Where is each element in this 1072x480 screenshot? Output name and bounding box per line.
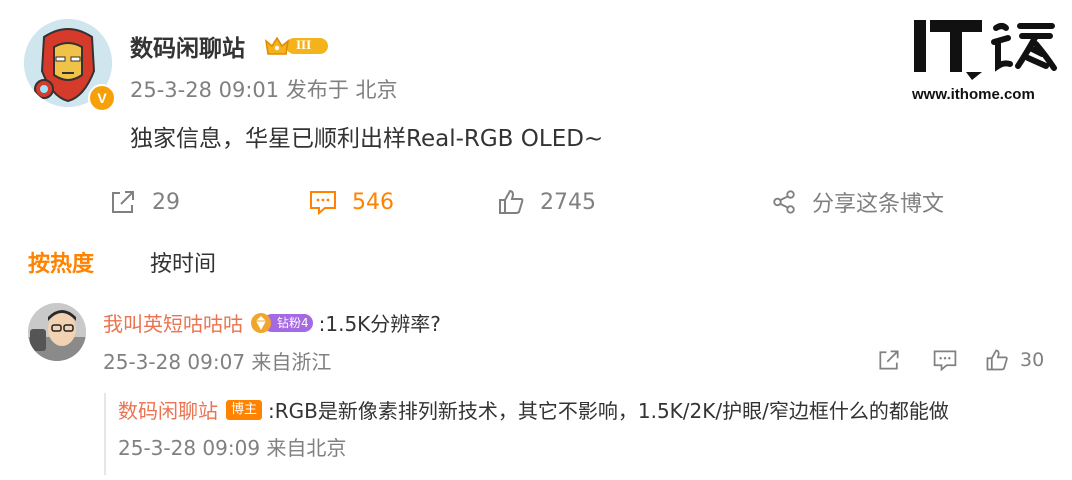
commenter-photo-image [28, 303, 86, 361]
commenter-name[interactable]: 我叫英短咕咕咕 [103, 308, 243, 337]
thumbs-up-icon [986, 349, 1008, 371]
repost-icon [112, 191, 134, 213]
post-meta: 25-3-28 09:01 发布于 北京 [130, 78, 398, 102]
comment-icon [933, 350, 957, 372]
post-author-name[interactable]: 数码闲聊站 [130, 29, 245, 63]
reply-meta: 25-3-28 09:09 来自北京 [118, 436, 347, 460]
repost-icon [879, 350, 899, 370]
comment-count: 546 [352, 189, 394, 215]
post-text: 独家信息，华星已顺利出样Real-RGB OLED~ [130, 126, 604, 152]
thumbs-up-icon [499, 189, 524, 214]
ithome-url: www.ithome.com [912, 86, 1035, 103]
share-icon [773, 190, 795, 214]
rank-badge: III [264, 34, 330, 58]
repost-count: 29 [152, 189, 180, 215]
comment-like-count: 30 [1020, 349, 1045, 371]
host-badge: 博主 [226, 399, 263, 420]
like-button[interactable]: 2745 [496, 186, 596, 218]
comment-icon [310, 191, 336, 216]
sort-by-time-tab[interactable]: 按时间 [150, 246, 216, 278]
commenter-avatar[interactable] [28, 303, 86, 361]
comment-button[interactable]: 546 [308, 186, 394, 218]
share-button[interactable]: 分享这条博文 [770, 186, 944, 218]
ithome-logo [912, 14, 1058, 84]
comment-text: :1.5K分辨率? [318, 312, 441, 336]
share-label: 分享这条博文 [812, 192, 945, 217]
reply-text: :RGB是新像素排列新技术，其它不影响，1.5K/2K/护眼/窄边框什么的都能做 [268, 399, 949, 423]
like-count: 2745 [540, 189, 596, 215]
rank-badge-label: III [296, 37, 312, 52]
comment-meta: 25-3-28 09:07 来自浙江 [103, 350, 332, 374]
diamond-fan-icon [251, 312, 271, 333]
ithome-logo-mark [914, 20, 1057, 80]
comment-line: 我叫英短咕咕咕 钻粉4 :1.5K分辨率? [103, 308, 441, 337]
reply-author-name[interactable]: 数码闲聊站 [118, 395, 218, 424]
comment-repost-button[interactable] [876, 346, 902, 374]
reply-line: 数码闲聊站 博主 :RGB是新像素排列新技术，其它不影响，1.5K/2K/护眼/… [118, 395, 949, 424]
comment-reply-button[interactable] [932, 346, 958, 374]
fan-badge: 钻粉4 [249, 312, 313, 334]
reply-divider [104, 393, 106, 475]
verified-badge: V [88, 84, 116, 112]
repost-button[interactable]: 29 [108, 186, 180, 218]
sort-by-hot-tab[interactable]: 按热度 [28, 246, 94, 278]
comment-like-button[interactable]: 30 [984, 346, 1044, 374]
